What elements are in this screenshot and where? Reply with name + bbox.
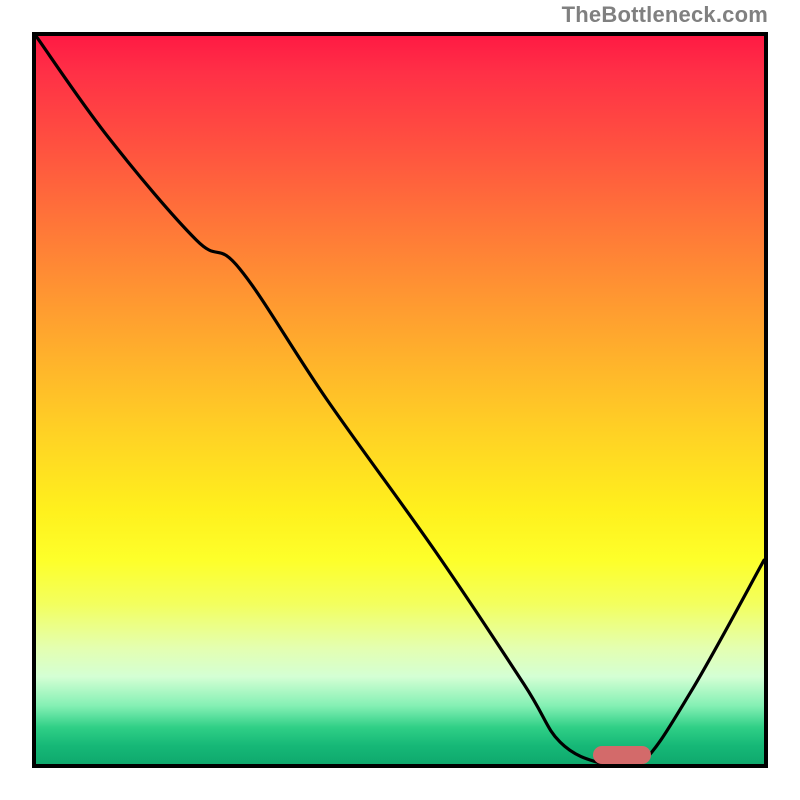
bottleneck-curve (36, 36, 764, 764)
watermark-text: TheBottleneck.com (562, 2, 768, 28)
optimal-point-marker (593, 746, 651, 764)
chart-frame (32, 32, 768, 768)
